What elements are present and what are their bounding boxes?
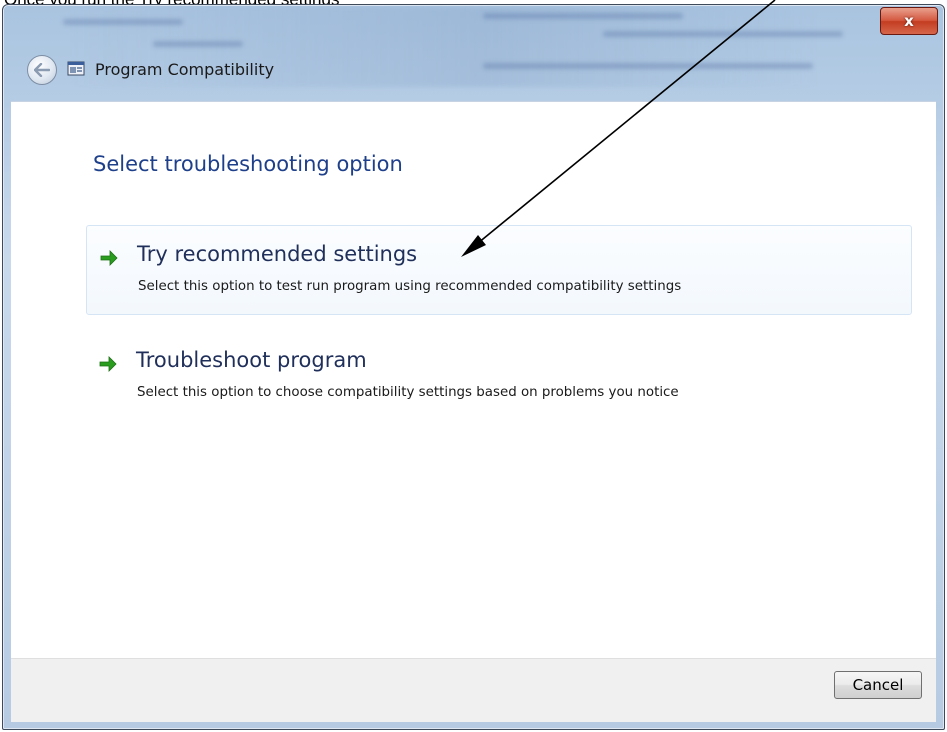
title-bar: x Program Compatibility [3, 5, 944, 101]
program-compatibility-window: x Program Compatibility Select troublesh… [2, 4, 945, 730]
option-description: Select this option to test run program u… [138, 279, 682, 294]
green-arrow-icon [100, 250, 118, 266]
back-arrow-icon [34, 63, 50, 77]
option-title: Troubleshoot program [136, 348, 367, 372]
green-arrow-icon [99, 356, 117, 372]
window-title: Program Compatibility [95, 60, 275, 79]
page-heading: Select troubleshooting option [93, 152, 403, 176]
program-compatibility-icon [67, 61, 85, 76]
option-title: Try recommended settings [137, 242, 418, 266]
close-icon: x [904, 12, 914, 30]
try-recommended-settings-option[interactable]: Try recommended settings Select this opt… [86, 225, 912, 315]
troubleshoot-program-option[interactable]: Troubleshoot program Select this option … [86, 332, 912, 422]
dialog-footer: Cancel [11, 658, 936, 722]
background-blur-line [63, 19, 183, 25]
background-blur-line [483, 13, 683, 19]
background-blur-line [483, 63, 813, 69]
background-blur-line [603, 31, 843, 37]
back-button[interactable] [27, 55, 57, 85]
screenshot-stage: Once you run the Try recommended setting… [0, 0, 947, 732]
option-description: Select this option to choose compatibili… [137, 385, 679, 400]
content-pane: Select troubleshooting option Try recomm… [11, 101, 936, 658]
close-button[interactable]: x [880, 7, 938, 35]
cancel-button[interactable]: Cancel [834, 671, 922, 699]
background-blur-line [153, 41, 243, 47]
